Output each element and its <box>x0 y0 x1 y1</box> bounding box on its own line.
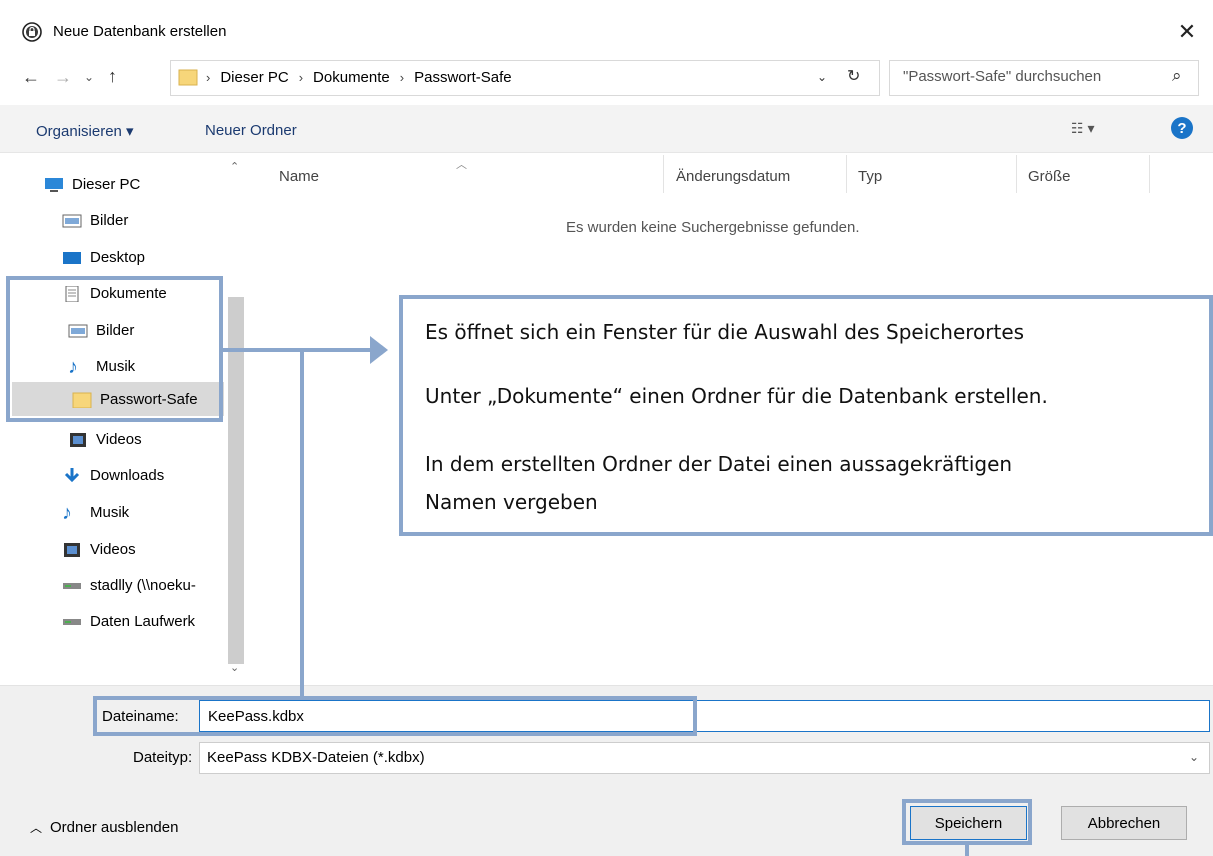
nav-item-bilder[interactable]: Bilder <box>62 212 128 229</box>
callout-highlight-nav <box>6 276 223 422</box>
videos-icon <box>70 432 86 447</box>
breadcrumb: › Dieser PC › Dokumente › Passwort-Safe <box>206 69 512 86</box>
desktop-icon <box>63 251 81 264</box>
chevron-down-icon: ⌄ <box>1189 750 1200 764</box>
nav-item-label: Videos <box>90 541 136 558</box>
nav-item-label: Videos <box>96 431 142 448</box>
column-header-name[interactable]: Name <box>279 168 319 185</box>
music-icon: ♪ <box>62 501 72 524</box>
search-icon[interactable]: ⌕ <box>1172 66 1182 86</box>
nav-item-musik[interactable]: ♪ Musik <box>62 501 130 524</box>
chevron-down-icon: ⌄ <box>817 70 828 84</box>
videos-icon <box>64 542 80 557</box>
hide-folders-button[interactable]: ︿ Ordner ausblenden <box>30 819 178 836</box>
folder-icon <box>178 69 198 86</box>
hide-folders-label: Ordner ausblenden <box>50 819 179 836</box>
chevron-up-icon: ︿ <box>30 821 43 835</box>
column-divider <box>1016 155 1017 193</box>
filetype-label: Dateityp: <box>133 749 193 766</box>
address-dropdown-button[interactable]: ⌄ <box>817 70 827 84</box>
column-divider <box>846 155 847 193</box>
instruction-line: Namen vergeben <box>425 490 598 514</box>
column-header-date[interactable]: Änderungsdatum <box>676 168 790 185</box>
nav-item-daten-laufwerk[interactable]: Daten Laufwerk <box>62 613 195 630</box>
callout-highlight-save <box>902 799 1032 845</box>
nav-item-label: Dieser PC <box>72 176 141 193</box>
instruction-line: In dem erstellten Ordner der Datei einen… <box>425 452 1013 476</box>
help-button[interactable]: ? <box>1171 117 1193 139</box>
recent-locations-button[interactable]: ⌄ <box>84 70 94 84</box>
column-divider <box>1149 155 1150 193</box>
nav-scrollbar-thumb[interactable] <box>228 297 244 664</box>
close-button[interactable]: ✕ <box>1170 16 1204 48</box>
chevron-down-icon: ⌄ <box>84 70 95 84</box>
search-input[interactable]: "Passwort-Safe" durchsuchen <box>903 68 1101 85</box>
keepass-icon <box>22 22 42 42</box>
up-button[interactable]: ↑ <box>108 66 117 87</box>
arrow-up-icon: ↑ <box>108 66 117 86</box>
nav-item-desktop[interactable]: Desktop <box>62 249 145 266</box>
instruction-line: Unter „Dokumente“ einen Ordner für die D… <box>425 384 1048 408</box>
nav-item-videos[interactable]: Videos <box>62 541 136 558</box>
nav-item-dieser-pc[interactable]: Dieser PC <box>44 176 140 193</box>
nav-item-downloads[interactable]: Downloads <box>62 467 164 484</box>
breadcrumb-dokumente[interactable]: Dokumente <box>313 69 390 86</box>
window-title: Neue Datenbank erstellen <box>53 23 227 40</box>
column-header-size[interactable]: Größe <box>1028 168 1071 185</box>
column-header-type[interactable]: Typ <box>858 168 882 185</box>
scroll-down-arrow-icon[interactable]: ⌄ <box>230 661 239 674</box>
view-details-icon: ☷ ▾ <box>1071 120 1095 136</box>
instruction-line: Es öffnet sich ein Fenster für die Auswa… <box>425 320 1025 344</box>
callout-connector <box>300 348 304 698</box>
downloads-icon <box>64 467 80 482</box>
nav-item-label: Daten Laufwerk <box>90 613 196 630</box>
arrow-left-icon: ← <box>22 67 40 87</box>
callout-connector <box>965 844 969 856</box>
empty-results-message: Es wurden keine Suchergebnisse gefunden. <box>566 219 860 236</box>
pictures-icon <box>62 214 82 227</box>
command-bar <box>0 105 1213 153</box>
chevron-right-icon: › <box>206 70 211 85</box>
cancel-button[interactable]: Abbrechen <box>1061 806 1187 840</box>
view-options-button[interactable]: ☷ ▾ <box>1071 120 1094 137</box>
arrow-right-icon <box>370 336 388 364</box>
breadcrumb-passwort-safe[interactable]: Passwort-Safe <box>414 69 512 86</box>
scroll-up-arrow-icon[interactable]: ⌃ <box>230 160 239 173</box>
forward-button[interactable]: → <box>54 67 72 88</box>
network-drive-icon <box>63 582 81 589</box>
close-icon: ✕ <box>1177 19 1197 44</box>
arrow-right-icon: → <box>54 67 72 87</box>
callout-highlight-filename <box>93 696 697 736</box>
nav-item-label: Bilder <box>90 212 129 229</box>
breadcrumb-dieser-pc[interactable]: Dieser PC <box>220 69 288 86</box>
new-folder-button[interactable]: Neuer Ordner <box>205 122 297 139</box>
nav-item-label: Desktop <box>90 249 146 266</box>
nav-item-stadlly[interactable]: stadlly (\\noeku- <box>62 577 224 594</box>
filetype-selected-value: KeePass KDBX-Dateien (*.kdbx) <box>207 749 425 766</box>
refresh-icon: ↻ <box>847 68 861 85</box>
nav-item-label: Downloads <box>90 467 165 484</box>
computer-icon <box>45 177 63 192</box>
nav-item-label: Musik <box>90 504 130 521</box>
column-divider <box>663 155 664 193</box>
nav-item-videos[interactable]: Videos <box>68 431 142 448</box>
chevron-right-icon: › <box>399 70 405 85</box>
nav-item-label: stadlly (\\noeku- <box>90 577 196 594</box>
chevron-right-icon: › <box>298 70 304 85</box>
back-button[interactable]: ← <box>22 67 40 88</box>
help-icon: ? <box>1177 119 1187 137</box>
network-drive-icon <box>63 618 81 625</box>
refresh-button[interactable]: ↻ <box>847 66 860 86</box>
organize-button[interactable]: Organisieren ▾ <box>36 122 134 140</box>
sort-ascending-icon: ︿ <box>456 159 467 171</box>
